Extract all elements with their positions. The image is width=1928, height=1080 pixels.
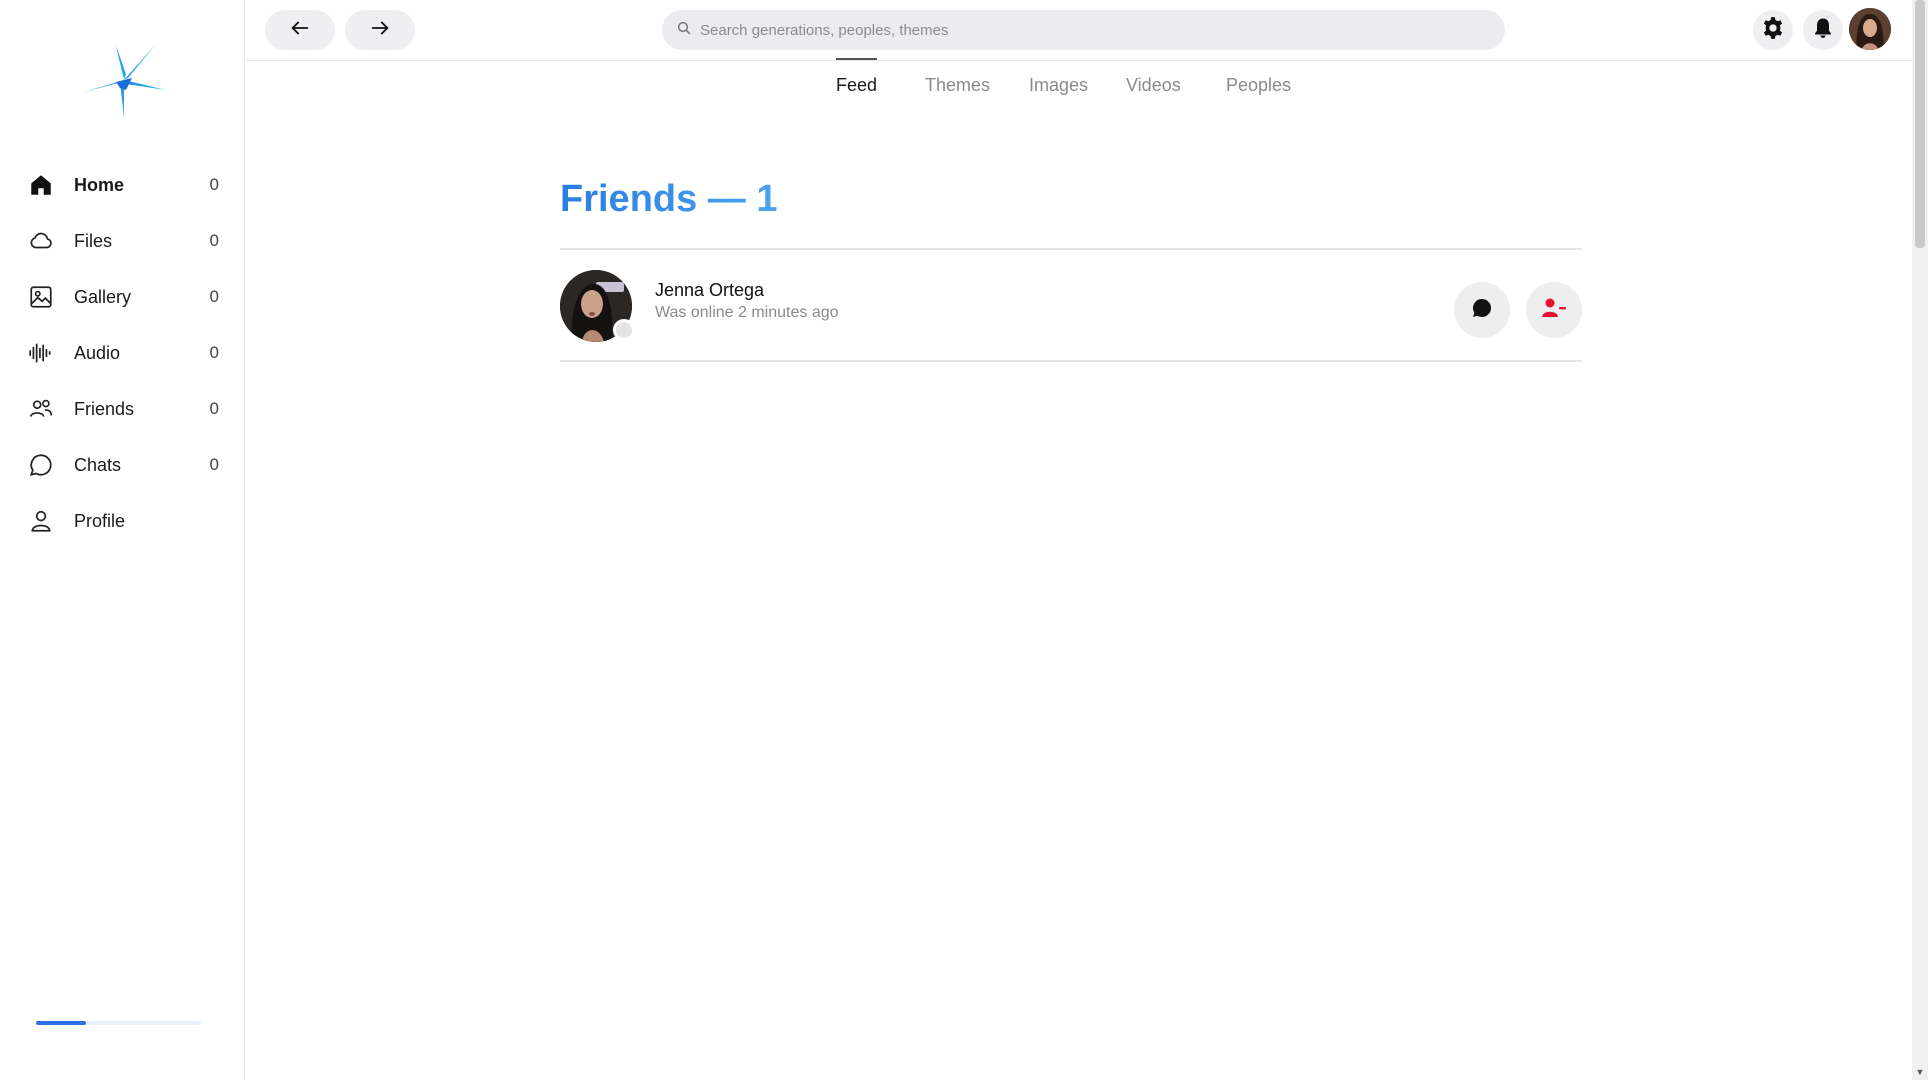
top-bar	[246, 0, 1928, 61]
back-button[interactable]	[265, 10, 335, 50]
home-icon	[28, 172, 54, 198]
tab-feed[interactable]: Feed	[836, 58, 878, 100]
tab-themes[interactable]: Themes	[925, 75, 990, 100]
app-window: Home 0 Files 0 Gallery 0 Audio 0 Friends…	[0, 0, 1928, 1080]
sidebar-nav: Home 0 Files 0 Gallery 0 Audio 0 Friends…	[0, 157, 245, 549]
sidebar-item-files[interactable]: Files 0	[0, 213, 245, 269]
settings-button[interactable]	[1753, 10, 1793, 50]
storage-progress-bar	[36, 1021, 201, 1025]
chat-bubble-icon	[1470, 296, 1494, 325]
bell-icon	[1811, 16, 1835, 45]
user-minus-icon	[1540, 295, 1568, 326]
cloud-icon	[28, 228, 54, 254]
search-input[interactable]	[700, 21, 1480, 39]
chat-bubble-icon	[28, 452, 54, 478]
sidebar-item-label: Files	[74, 230, 113, 251]
sidebar-item-label: Home	[74, 174, 125, 195]
tab-images[interactable]: Images	[1029, 75, 1088, 100]
tab-peoples[interactable]: Peoples	[1226, 75, 1291, 100]
star-logo-icon[interactable]	[82, 44, 166, 118]
sidebar-item-label: Audio	[74, 342, 121, 363]
content-tabs: Feed Themes Images Videos Peoples	[246, 58, 1912, 119]
message-friend-button[interactable]	[1454, 282, 1510, 338]
sidebar-item-gallery[interactable]: Gallery 0	[0, 269, 245, 325]
users-icon	[28, 396, 54, 422]
presence-indicator	[613, 319, 635, 341]
divider	[560, 248, 1582, 250]
sidebar: Home 0 Files 0 Gallery 0 Audio 0 Friends…	[0, 0, 245, 1080]
sidebar-item-count: 0	[209, 455, 219, 474]
friend-name[interactable]: Jenna Ortega	[655, 280, 764, 301]
gear-icon	[1760, 15, 1786, 46]
notifications-button[interactable]	[1803, 10, 1843, 50]
friend-last-seen: Was online 2 minutes ago	[655, 304, 839, 321]
waveform-icon	[28, 340, 54, 366]
sidebar-item-label: Gallery	[74, 286, 132, 307]
page-scrollbar[interactable]: ▲ ▼	[1912, 0, 1928, 1080]
sidebar-item-label: Chats	[74, 454, 122, 475]
divider	[560, 360, 1582, 362]
image-icon	[28, 284, 54, 310]
scroll-down-arrow-icon[interactable]: ▼	[1912, 1064, 1928, 1080]
arrow-right-icon	[369, 17, 391, 44]
sidebar-item-count: 0	[209, 175, 219, 194]
friend-list-item[interactable]: Jenna Ortega Was online 2 minutes ago	[560, 268, 1582, 344]
sidebar-item-friends[interactable]: Friends 0	[0, 381, 245, 437]
search-icon	[676, 20, 692, 41]
sidebar-item-count: 0	[209, 287, 219, 306]
tab-videos[interactable]: Videos	[1126, 75, 1181, 100]
user-avatar[interactable]	[1849, 8, 1891, 50]
sidebar-item-audio[interactable]: Audio 0	[0, 325, 245, 381]
sidebar-item-count: 0	[209, 343, 219, 362]
sidebar-item-profile[interactable]: Profile	[0, 493, 245, 549]
search-bar	[662, 10, 1505, 50]
sidebar-item-count: 0	[209, 399, 219, 418]
storage-progress-fill	[36, 1021, 86, 1025]
sidebar-item-label: Profile	[74, 510, 126, 531]
user-icon	[28, 508, 54, 534]
scrollbar-thumb[interactable]	[1915, 0, 1925, 248]
arrow-left-icon	[289, 17, 311, 44]
sidebar-item-count: 0	[209, 231, 219, 250]
remove-friend-button[interactable]	[1526, 282, 1582, 338]
sidebar-item-label: Friends	[74, 398, 135, 419]
forward-button[interactable]	[345, 10, 415, 50]
sidebar-item-home[interactable]: Home 0	[0, 157, 245, 213]
page-title: Friends — 1	[560, 178, 778, 220]
sidebar-item-chats[interactable]: Chats 0	[0, 437, 245, 493]
